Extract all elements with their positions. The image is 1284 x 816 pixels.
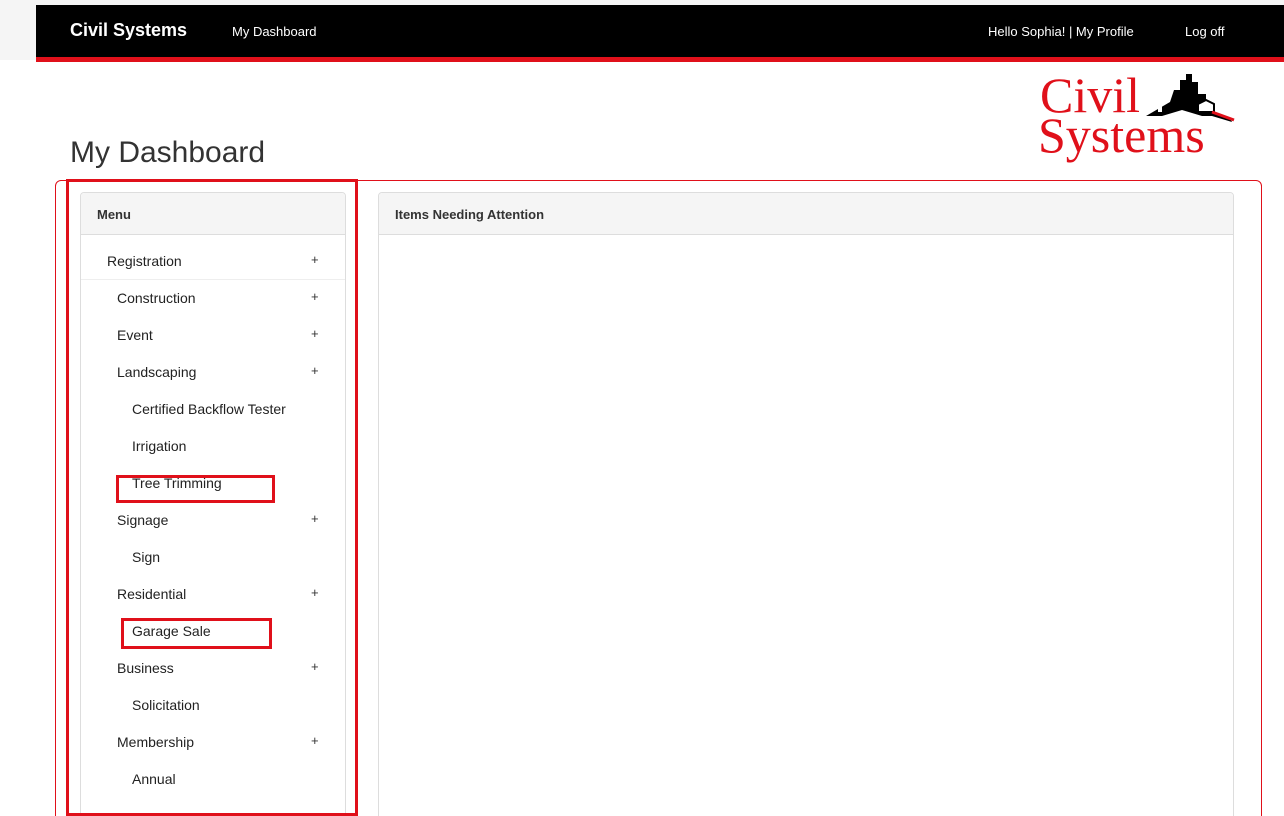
my-profile-link[interactable]: Hello Sophia! | My Profile xyxy=(988,24,1134,39)
logo-text-line2: Systems xyxy=(1038,107,1205,163)
navbar: Civil Systems My Dashboard Hello Sophia!… xyxy=(36,5,1284,57)
nav-my-dashboard-link[interactable]: My Dashboard xyxy=(232,24,317,39)
garage-sale-highlight-box xyxy=(121,618,272,649)
brand-link[interactable]: Civil Systems xyxy=(70,20,187,41)
navbar-accent-line xyxy=(36,57,1284,62)
civil-systems-logo: Civil Systems xyxy=(1034,70,1250,172)
log-off-link[interactable]: Log off xyxy=(1185,24,1225,39)
page-title: My Dashboard xyxy=(70,136,266,169)
items-needing-attention-panel: Items Needing Attention xyxy=(378,192,1234,816)
attention-heading: Items Needing Attention xyxy=(379,193,1233,235)
tree-trimming-highlight-box xyxy=(116,475,275,503)
